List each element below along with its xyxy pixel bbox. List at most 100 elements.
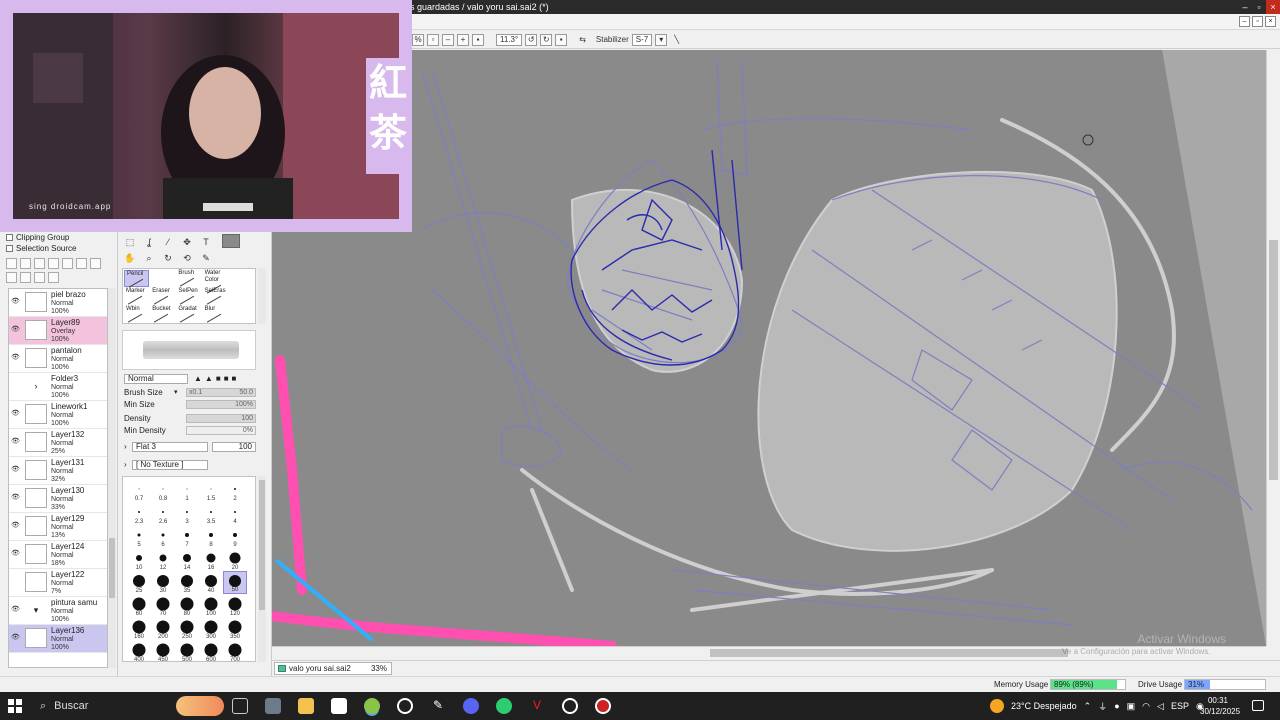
lock-layer-icon[interactable] [48, 272, 59, 283]
layer-item[interactable]: 👁 Layer131 Normal 32% [9, 457, 107, 485]
app-icon-active[interactable] [364, 698, 380, 714]
brush-tool-slot[interactable]: Bucket [150, 306, 175, 323]
selection-icon[interactable]: ⬚ [122, 236, 138, 248]
maximize-button[interactable]: ▫ [1252, 0, 1266, 14]
brush-size-preset[interactable]: 0.8 [151, 479, 175, 502]
shape-hard-icon[interactable]: ■ [232, 374, 237, 383]
brush-tool-slot[interactable]: Gradat [176, 306, 201, 323]
obs-icon[interactable] [397, 698, 413, 714]
notifications-icon[interactable] [1252, 700, 1264, 711]
layer-item[interactable]: 👁 Layer89 Overlay 100% [9, 317, 107, 345]
volume-icon[interactable]: ◁ [1157, 701, 1164, 712]
brush-size-preset[interactable]: 400 [127, 640, 151, 663]
brush-size-preset[interactable]: 120 [223, 594, 247, 617]
file-explorer-icon[interactable] [298, 698, 314, 714]
density-slider[interactable]: 100 [186, 414, 256, 423]
eye-icon[interactable]: 👁 [11, 494, 21, 502]
weather-text[interactable]: 23°C Despejado [1011, 701, 1077, 711]
zoom-out-button[interactable]: – [442, 33, 454, 46]
brush-size-preset[interactable]: 0.7 [127, 479, 151, 502]
rotate-right-button[interactable]: ↻ [540, 33, 553, 46]
delete-layer-icon[interactable] [90, 258, 101, 269]
tray-usb-icon[interactable]: ⏚ [1098, 700, 1107, 713]
brush-size-preset[interactable]: 35 [175, 571, 199, 594]
doc-minimize-button[interactable]: – [1239, 16, 1250, 27]
texture-expand-icon[interactable]: › [124, 460, 127, 469]
tray-chevron-icon[interactable]: ⌃ [1084, 701, 1092, 712]
hand-icon[interactable]: ✋ [122, 252, 138, 264]
layer-item-selected[interactable]: 👁 Layer136 Normal 100% [9, 625, 107, 653]
tray-printer-icon[interactable]: ▣ [1127, 701, 1136, 712]
brush-tool-slot[interactable] [150, 270, 175, 287]
brush-size-preset[interactable]: 600 [199, 640, 223, 663]
brush-tool-slot[interactable]: Wbin [124, 306, 149, 323]
min-size-slider[interactable]: 100% [186, 400, 256, 409]
zoom-icon[interactable]: ⌕ [141, 252, 157, 264]
lasso-icon[interactable]: ʆ [141, 236, 157, 248]
brush-size-preset[interactable]: 25 [127, 571, 151, 594]
brush-size-preset[interactable]: 14 [175, 548, 199, 571]
drawing-canvas[interactable]: Activar Windows [272, 50, 1266, 646]
shape-expand-icon[interactable]: › [124, 442, 127, 451]
magic-wand-icon[interactable]: ⁄ [160, 236, 176, 248]
brush-tool-slot[interactable]: SelPen [176, 288, 201, 305]
rotation-field[interactable]: 11.3° [496, 33, 523, 46]
brush-size-preset[interactable]: 160 [127, 617, 151, 640]
windows-start-button[interactable] [8, 699, 22, 713]
doc-close-button[interactable]: × [1265, 16, 1276, 27]
shape-flat-icon[interactable]: ▲ [205, 374, 213, 383]
shape-round-icon[interactable]: ▲ [194, 374, 202, 383]
text-icon[interactable]: T [198, 236, 214, 248]
stabilizer-select[interactable]: S-7 [631, 33, 653, 46]
brush-size-preset[interactable]: 100 [199, 594, 223, 617]
layer-item[interactable]: 👁 pantalon Normal 100% [9, 345, 107, 373]
brush-size-preset[interactable]: 200 [151, 617, 175, 640]
brush-size-row[interactable]: Brush Size ▾ x0.1 50.0 [124, 387, 256, 398]
brush-tool-slot[interactable]: Water Color [203, 270, 228, 294]
brush-size-preset[interactable]: 250 [175, 617, 199, 640]
discord-icon[interactable] [463, 698, 479, 714]
brush-size-preset[interactable]: 16 [199, 548, 223, 571]
app-icon-red[interactable] [595, 698, 611, 714]
layer-item[interactable]: Layer122 Normal 7% [9, 569, 107, 597]
eye-icon[interactable]: 👁 [11, 326, 21, 334]
selection-source-checkbox[interactable]: Selection Source [0, 243, 117, 254]
doc-restore-button[interactable]: ▫ [1252, 16, 1263, 27]
brush-size-preset[interactable]: 300 [199, 617, 223, 640]
brush-size-preset[interactable]: 1 [175, 479, 199, 502]
min-size-row[interactable]: Min Size 100% [124, 399, 256, 410]
brush-size-preset[interactable]: 40 [199, 571, 223, 594]
brush-size-preset[interactable]: 7 [175, 525, 199, 548]
eye-icon[interactable]: 👁 [11, 298, 21, 306]
eye-icon[interactable]: 👁 [11, 634, 21, 642]
eyedropper-icon[interactable]: ✎ [198, 252, 214, 264]
zoom-fit-button[interactable]: ▪ [472, 33, 484, 46]
new-linework-layer-icon[interactable] [20, 258, 31, 269]
brush-size-preset[interactable]: 8 [199, 525, 223, 548]
brush-size-preset[interactable]: 2 [223, 479, 247, 502]
brush-size-preset[interactable]: 700 [223, 640, 247, 663]
brush-tool-slot[interactable] [229, 306, 254, 323]
brush-size-presets-scrollbar[interactable] [258, 476, 266, 662]
task-view-icon[interactable] [232, 698, 248, 714]
taskbar-search[interactable]: ⌕ Buscar [34, 694, 224, 718]
density-row[interactable]: Density 100 [124, 413, 256, 424]
brush-size-preset[interactable]: 10 [127, 548, 151, 571]
tool-grid-scrollbar[interactable] [258, 268, 266, 324]
rotate-icon[interactable]: ↻ [160, 252, 176, 264]
language-indicator[interactable]: ESP [1171, 701, 1189, 711]
taskbar-clock[interactable]: 00:31 30/12/2025 [1200, 695, 1240, 717]
rotate-left-button[interactable]: ↺ [525, 33, 538, 46]
apply-mask-icon[interactable] [20, 272, 31, 283]
brush-size-preset[interactable]: 3 [175, 502, 199, 525]
store-icon[interactable] [331, 698, 347, 714]
brush-size-preset[interactable]: 500 [175, 640, 199, 663]
paint-tool-icon[interactable]: ✎ [430, 698, 446, 714]
brush-tool-slot[interactable] [229, 288, 254, 305]
brush-size-preset[interactable]: 80 [175, 594, 199, 617]
brush-size-preset[interactable]: 5 [127, 525, 151, 548]
canvas-horizontal-scrollbar[interactable]: Ve a Configuración para activar Windows. [272, 646, 1266, 658]
brush-size-preset[interactable]: 6 [151, 525, 175, 548]
clipping-group-checkbox[interactable]: Clipping Group [0, 232, 117, 243]
rotate-reset-button[interactable]: ▪ [555, 33, 568, 46]
